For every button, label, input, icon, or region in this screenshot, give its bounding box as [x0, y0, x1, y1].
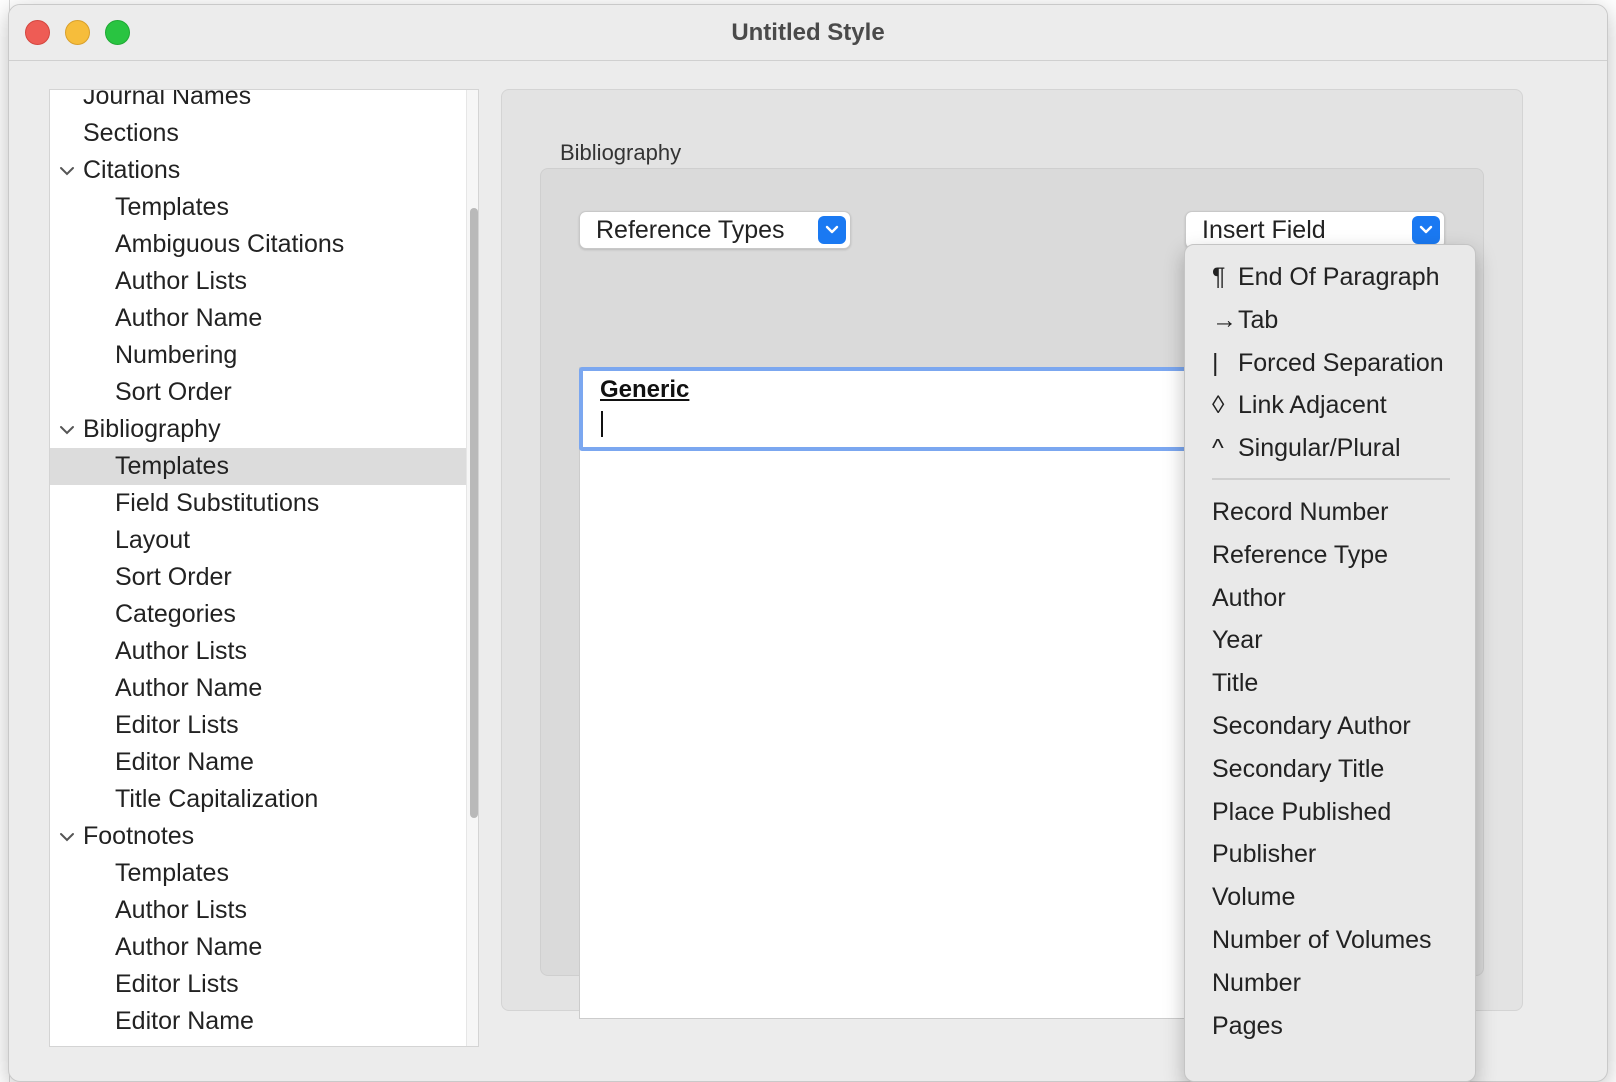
sidebar-item[interactable]: Field Substitutions — [50, 485, 466, 522]
sidebar-item[interactable]: Citations — [50, 152, 466, 189]
menu-item-field[interactable]: Volume — [1212, 879, 1295, 915]
menu-item-special[interactable]: →Tab — [1212, 302, 1278, 338]
menu-symbol-icon: ¶ — [1212, 263, 1226, 291]
disclosure-chevron-icon[interactable] — [58, 411, 76, 449]
menu-item-field[interactable]: Number of Volumes — [1212, 922, 1432, 958]
sidebar-item[interactable]: Author Name — [50, 300, 466, 337]
sidebar-item-label: Field Substitutions — [115, 489, 320, 517]
menu-item-label: Tab — [1238, 305, 1279, 334]
sidebar-item[interactable]: Author Lists — [50, 633, 466, 670]
sidebar-item-label: Editor Name — [115, 748, 254, 776]
sidebar-item[interactable]: Bibliography — [50, 411, 466, 448]
sidebar-item[interactable]: Layout — [50, 522, 466, 559]
insert-field-label: Insert Field — [1202, 216, 1326, 244]
sidebar-item-label: Citations — [83, 156, 181, 184]
sidebar-item[interactable]: Templates — [50, 189, 466, 226]
sidebar-item[interactable]: Editor Name — [50, 744, 466, 781]
chevron-down-icon — [1412, 216, 1440, 244]
sidebar-item-label: Templates — [115, 193, 229, 221]
menu-item-field[interactable]: Reference Type — [1212, 537, 1388, 573]
menu-item-field[interactable]: Secondary Title — [1212, 751, 1384, 787]
sidebar-item-label: Title Capitalization — [115, 785, 319, 813]
sidebar-item[interactable]: Sections — [50, 115, 466, 152]
menu-symbol-icon: | — [1212, 348, 1219, 377]
sidebar-item[interactable]: Sort Order — [50, 559, 466, 596]
reference-types-popup[interactable]: Reference Types — [579, 211, 851, 249]
sidebar-item-label: Author Name — [115, 933, 263, 961]
menu-item-field[interactable]: Publisher — [1212, 836, 1316, 872]
sidebar-item[interactable]: Ambiguous Citations — [50, 226, 466, 263]
menu-item-label: Singular/Plural — [1238, 434, 1401, 463]
sidebar-item[interactable]: Categories — [50, 596, 466, 633]
menu-item-field[interactable]: Record Number — [1212, 494, 1388, 530]
template-reference-type-heading: Generic — [600, 376, 690, 403]
menu-symbol-icon: ^ — [1212, 434, 1224, 463]
insert-field-menu: ¶ End Of Paragraph →Tab | Forced Separation ◊… — [1184, 244, 1476, 1082]
chevron-down-icon — [818, 216, 846, 244]
sidebar-item-label: Sort Order — [115, 563, 232, 591]
sidebar-item-label: Author Lists — [115, 267, 248, 295]
menu-item-field[interactable]: Place Published — [1212, 794, 1391, 830]
sidebar-item-label: Author Lists — [115, 637, 248, 665]
style-sections-tree: Journal Names Sections Citations Templates A… — [49, 89, 479, 1047]
menu-item-label: Link Adjacent — [1238, 391, 1387, 420]
sidebar-item-label: Bibliography — [83, 415, 221, 443]
menu-item-special[interactable]: ¶ End Of Paragraph — [1212, 259, 1440, 295]
sidebar-item[interactable]: Editor Lists — [50, 966, 466, 1003]
group-label: Bibliography — [560, 140, 682, 165]
menu-item-field[interactable]: Year — [1212, 622, 1263, 658]
sidebar-item-label: Sections — [83, 119, 179, 147]
sidebar-item[interactable]: Title Capitalization — [50, 781, 466, 818]
sidebar-item-label: Templates — [115, 452, 229, 480]
menu-item-field[interactable]: Title — [1212, 665, 1258, 701]
sidebar-item-label: Categories — [115, 600, 236, 628]
title-bar: Untitled Style — [9, 5, 1607, 61]
menu-item-special[interactable]: | Forced Separation — [1212, 345, 1444, 381]
sidebar-item-label: Author Lists — [115, 896, 248, 924]
menu-item-field[interactable]: Pages — [1212, 1008, 1283, 1044]
sidebar-item-label: Templates — [115, 859, 229, 887]
disclosure-chevron-icon[interactable] — [58, 818, 76, 856]
sidebar-item[interactable]: Templates — [50, 448, 466, 485]
menu-item-field[interactable]: Number — [1212, 965, 1301, 1001]
menu-symbol-icon: ◊ — [1212, 391, 1225, 420]
menu-item-field[interactable]: Secondary Author — [1212, 708, 1411, 744]
sidebar-item[interactable]: Editor Name — [50, 1003, 466, 1040]
sidebar-item-label: Editor Lists — [115, 970, 239, 998]
tree-scrollbar[interactable] — [466, 90, 478, 1046]
menu-item-special[interactable]: ◊ Link Adjacent — [1212, 387, 1387, 423]
sidebar-item[interactable]: Templates — [50, 855, 466, 892]
sidebar-item[interactable]: Numbering — [50, 337, 466, 374]
sidebar-item-label: Author Name — [115, 304, 263, 332]
sidebar-item[interactable]: Author Lists — [50, 892, 466, 929]
menu-separator — [1212, 478, 1450, 480]
reference-types-label: Reference Types — [596, 216, 785, 244]
disclosure-chevron-icon[interactable] — [58, 152, 76, 190]
menu-item-special[interactable]: ^ Singular/Plural — [1212, 430, 1401, 466]
sidebar-item-label: Sort Order — [115, 378, 232, 406]
sidebar-item-label: Editor Name — [115, 1007, 254, 1035]
sidebar-item[interactable]: Author Name — [50, 929, 466, 966]
menu-item-label: End Of Paragraph — [1238, 263, 1440, 291]
menu-symbol-icon: → — [1212, 305, 1237, 334]
sidebar-item[interactable]: Author Lists — [50, 263, 466, 300]
window-title: Untitled Style — [731, 19, 885, 46]
sidebar-item-label: Journal Names — [83, 89, 252, 110]
sidebar-item[interactable]: Author Name — [50, 670, 466, 707]
text-caret — [601, 411, 603, 437]
sidebar-item[interactable]: Editor Lists — [50, 707, 466, 744]
menu-item-label: Forced Separation — [1238, 348, 1444, 377]
sidebar-item-label: Layout — [115, 526, 191, 554]
sidebar-item[interactable]: Sort Order — [50, 374, 466, 411]
sidebar-item-label: Numbering — [115, 341, 238, 369]
sidebar-item-label: Author Name — [115, 674, 263, 702]
tree-scrollbar-thumb[interactable] — [470, 208, 478, 818]
sidebar-item[interactable]: Journal Names — [50, 89, 466, 115]
sidebar-item[interactable]: Footnotes — [50, 818, 466, 855]
menu-item-field[interactable]: Author — [1212, 580, 1286, 616]
sidebar-item-label: Footnotes — [83, 822, 195, 850]
sidebar-item-label: Editor Lists — [115, 711, 239, 739]
sidebar-item-label: Ambiguous Citations — [115, 230, 345, 258]
